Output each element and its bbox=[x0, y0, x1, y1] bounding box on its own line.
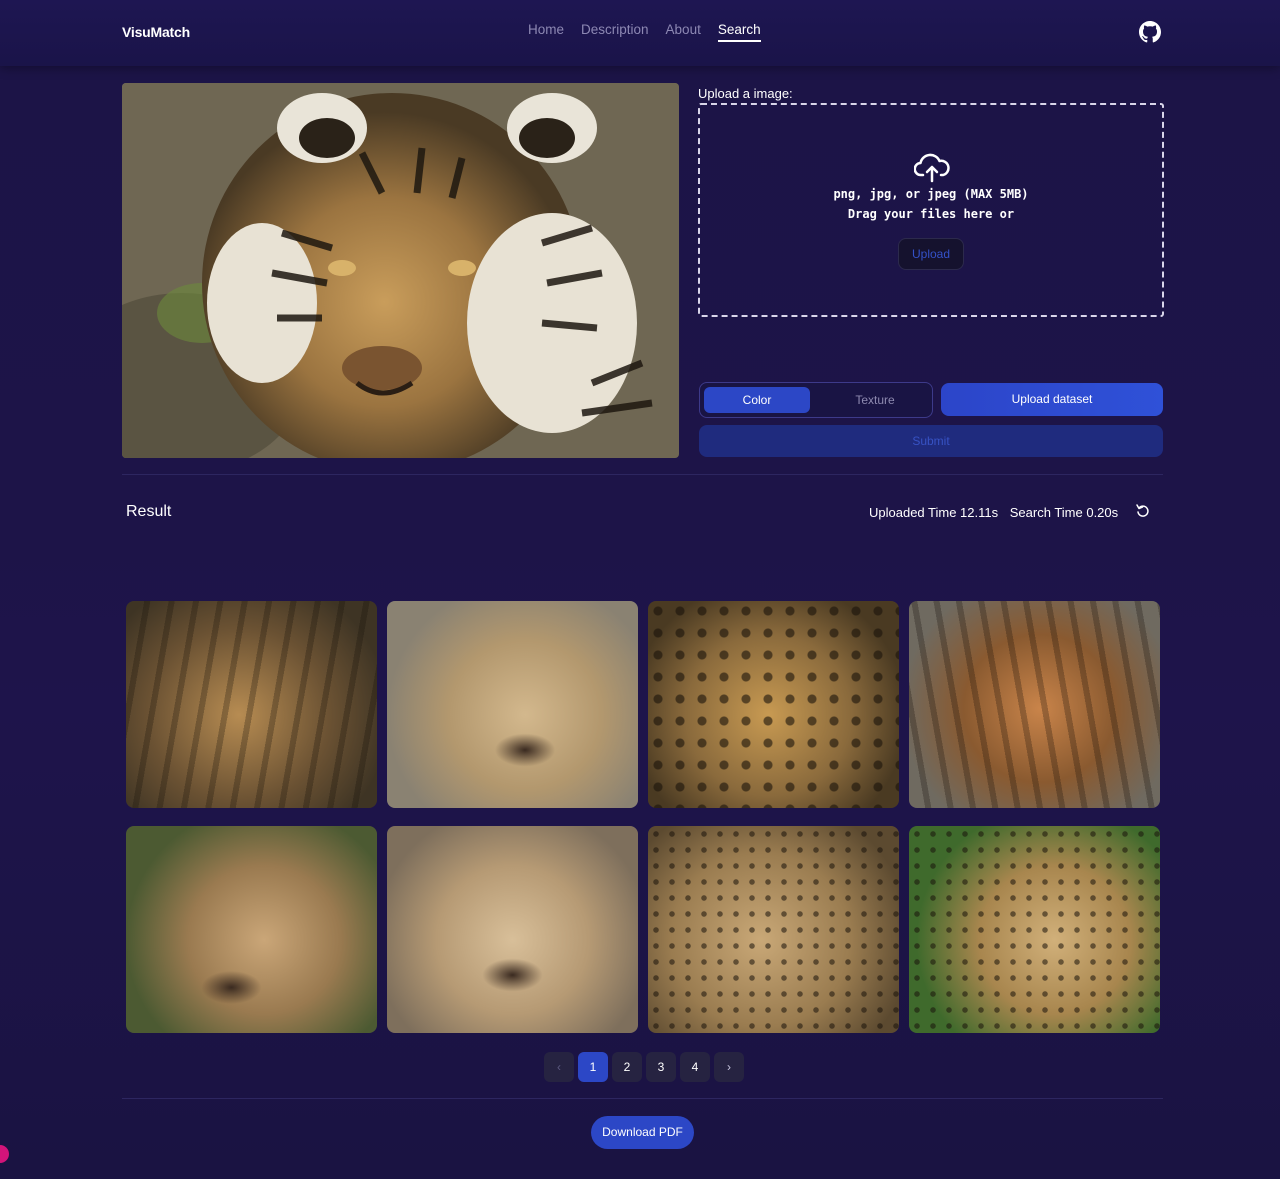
tiger-photo bbox=[126, 601, 377, 808]
cheetah-photo bbox=[909, 826, 1160, 1033]
nav-description[interactable]: Description bbox=[581, 22, 649, 42]
page-1-button[interactable]: 1 bbox=[578, 1052, 608, 1082]
download-pdf-button[interactable]: Download PDF bbox=[591, 1116, 694, 1149]
nav-about[interactable]: About bbox=[666, 22, 701, 42]
result-stats: Uploaded Time 12.11s Search Time 0.20s bbox=[869, 505, 1126, 520]
nav-home[interactable]: Home bbox=[528, 22, 564, 42]
upload-formats-text: png, jpg, or jpeg (MAX 5MB) bbox=[833, 187, 1029, 201]
upload-dropzone[interactable]: png, jpg, or jpeg (MAX 5MB) Drag your fi… bbox=[698, 103, 1164, 317]
lioness-photo bbox=[387, 601, 638, 808]
upload-button[interactable]: Upload bbox=[898, 238, 964, 270]
nav-search[interactable]: Search bbox=[717, 22, 761, 42]
lioness-photo bbox=[126, 826, 377, 1033]
upload-dataset-button[interactable]: Upload dataset bbox=[941, 383, 1163, 416]
github-icon[interactable] bbox=[1139, 21, 1161, 43]
page-4-button[interactable]: 4 bbox=[680, 1052, 710, 1082]
submit-button[interactable]: Submit bbox=[699, 425, 1163, 457]
mode-toggle: Color Texture bbox=[699, 382, 933, 418]
refresh-icon[interactable] bbox=[1136, 504, 1150, 518]
divider bbox=[122, 474, 1163, 475]
upload-drag-text: Drag your files here or bbox=[847, 207, 1015, 221]
query-image-preview bbox=[122, 83, 679, 458]
result-grid bbox=[126, 601, 1160, 1033]
page-2-button[interactable]: 2 bbox=[612, 1052, 642, 1082]
mode-color-option[interactable]: Color bbox=[704, 387, 810, 413]
result-image-4[interactable] bbox=[909, 601, 1160, 808]
upload-label: Upload a image: bbox=[698, 86, 793, 101]
prev-page-button[interactable]: ‹ bbox=[544, 1052, 574, 1082]
nav-links: Home Description About Search bbox=[528, 22, 761, 42]
result-image-8[interactable] bbox=[909, 826, 1160, 1033]
floating-marker bbox=[0, 1145, 9, 1163]
pagination: ‹ 1 2 3 4 › bbox=[544, 1052, 744, 1082]
result-title: Result bbox=[126, 503, 172, 520]
search-time: Search Time 0.20s bbox=[1009, 505, 1119, 520]
mode-texture-option[interactable]: Texture bbox=[822, 387, 928, 413]
jaguar-photo bbox=[648, 601, 899, 808]
lioness-photo bbox=[387, 826, 638, 1033]
cheetah-photo bbox=[648, 826, 899, 1033]
result-image-6[interactable] bbox=[387, 826, 638, 1033]
result-image-3[interactable] bbox=[648, 601, 899, 808]
cloud-upload-icon bbox=[914, 153, 950, 183]
tiger-photo bbox=[122, 83, 679, 458]
result-image-7[interactable] bbox=[648, 826, 899, 1033]
divider bbox=[122, 1098, 1163, 1099]
page-3-button[interactable]: 3 bbox=[646, 1052, 676, 1082]
tiger-photo bbox=[909, 601, 1160, 808]
navbar: VisuMatch Home Description About Search bbox=[0, 0, 1280, 66]
next-page-button[interactable]: › bbox=[714, 1052, 744, 1082]
result-image-1[interactable] bbox=[126, 601, 377, 808]
brand-logo[interactable]: VisuMatch bbox=[122, 24, 190, 40]
uploaded-time: Uploaded Time 12.11s bbox=[869, 505, 999, 520]
result-image-5[interactable] bbox=[126, 826, 377, 1033]
result-image-2[interactable] bbox=[387, 601, 638, 808]
